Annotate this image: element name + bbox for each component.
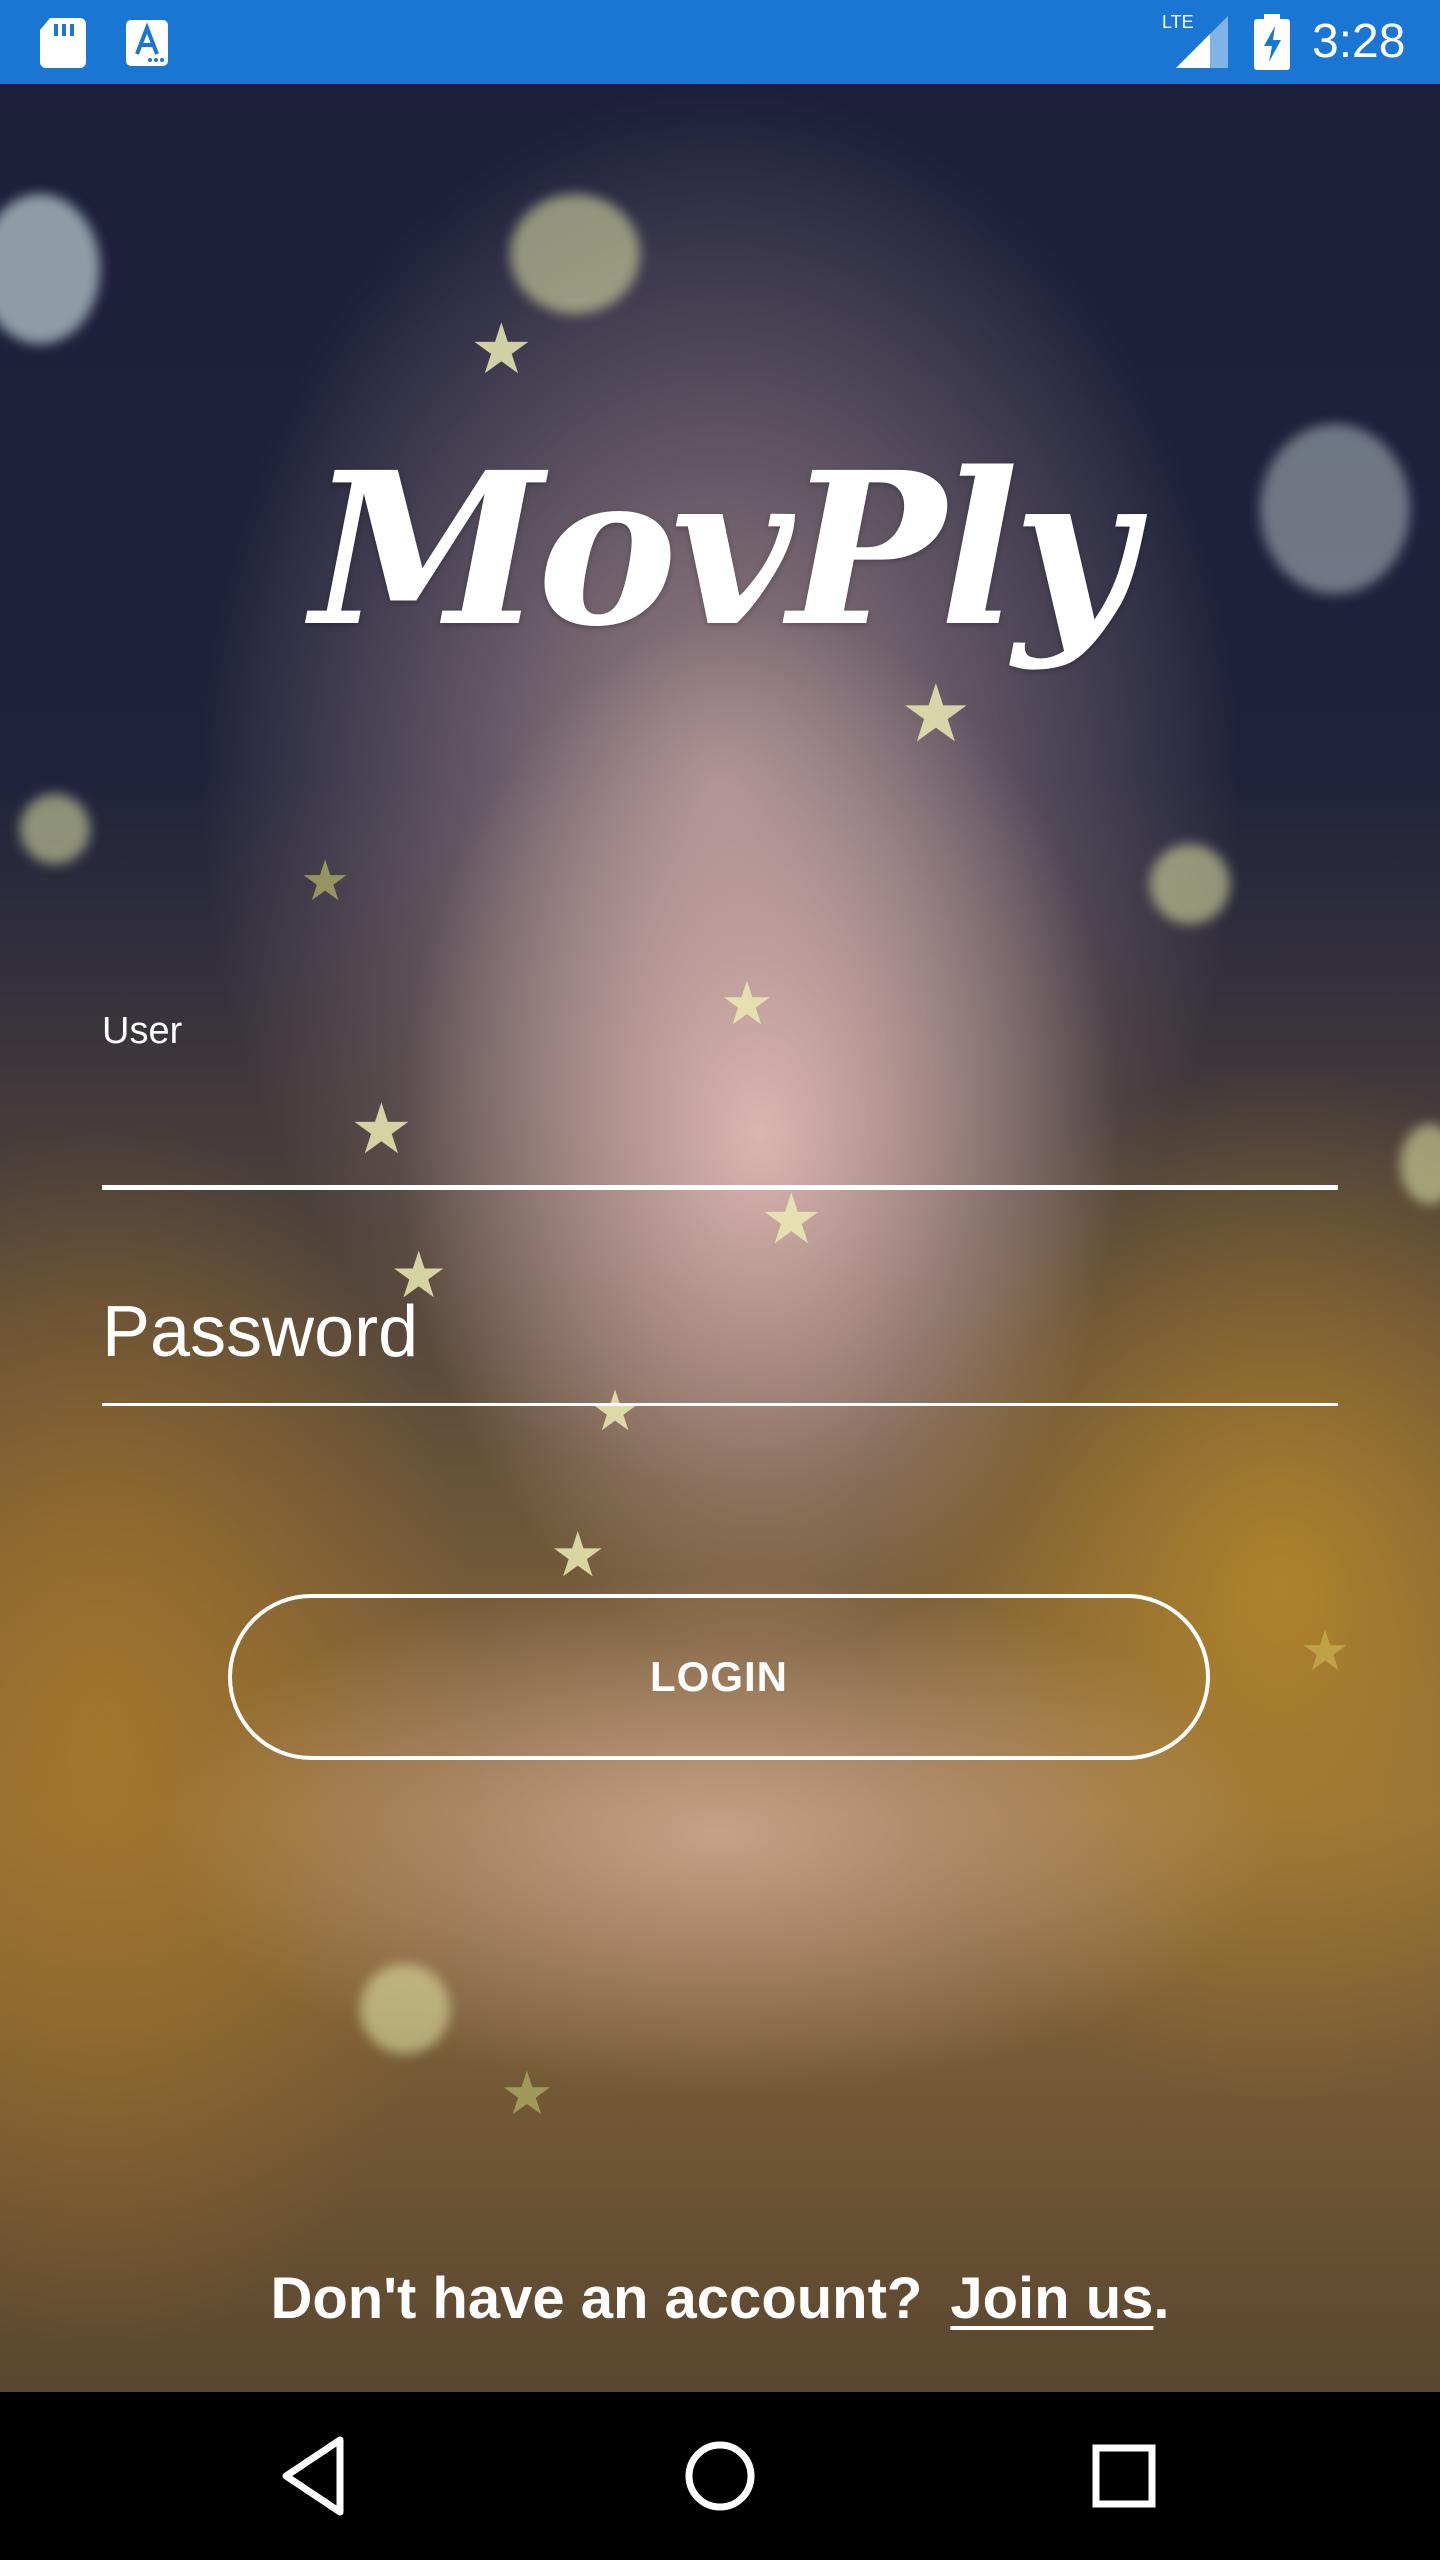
bokeh-light [510, 194, 640, 314]
lte-signal-icon: LTE [1162, 12, 1228, 68]
bokeh-light [20, 794, 90, 864]
glitter-star: ★ [470, 308, 533, 390]
glitter-star: ★ [1300, 1619, 1351, 1684]
glitter-star: ★ [720, 969, 774, 1039]
navigation-bar [0, 2392, 1440, 2560]
glitter-star: ★ [300, 849, 351, 914]
glitter-star: ★ [550, 1518, 606, 1591]
signup-row: Don't have an account? Join us. [0, 2262, 1440, 2336]
status-bar: LTE 3:28 [0, 0, 1440, 84]
user-input[interactable] [102, 1060, 1338, 1190]
login-button[interactable]: LOGIN [228, 1594, 1210, 1760]
signup-trailing-period: . [1153, 2266, 1170, 2331]
bokeh-light [0, 194, 100, 344]
bokeh-light [1260, 424, 1410, 594]
login-screen: LTE 3:28 ★ ★ ★ ★ ★ ★ ★ ★ ★ ★ ★ MovPly Us… [0, 0, 1440, 2560]
glitter-star: ★ [500, 2059, 554, 2129]
glitter-star: ★ [760, 1178, 823, 1260]
signup-prompt: Don't have an account? [270, 2266, 923, 2331]
bokeh-light [360, 1964, 450, 2054]
bokeh-light [1150, 844, 1230, 924]
user-label: User [102, 1010, 183, 1052]
app-logo: MovPly [310, 426, 1135, 673]
clock: 3:28 [1312, 15, 1406, 68]
join-us-link[interactable]: Join us [950, 2266, 1153, 2331]
home-icon[interactable] [674, 2430, 766, 2522]
font-a-icon [126, 20, 168, 66]
bokeh-light [1400, 1124, 1440, 1204]
svg-text:LTE: LTE [1162, 12, 1194, 32]
sd-card-icon [40, 18, 86, 68]
password-input[interactable] [102, 1270, 1338, 1406]
battery-charging-icon [1254, 14, 1290, 70]
recents-icon[interactable] [1078, 2430, 1170, 2522]
back-icon[interactable] [268, 2430, 360, 2522]
